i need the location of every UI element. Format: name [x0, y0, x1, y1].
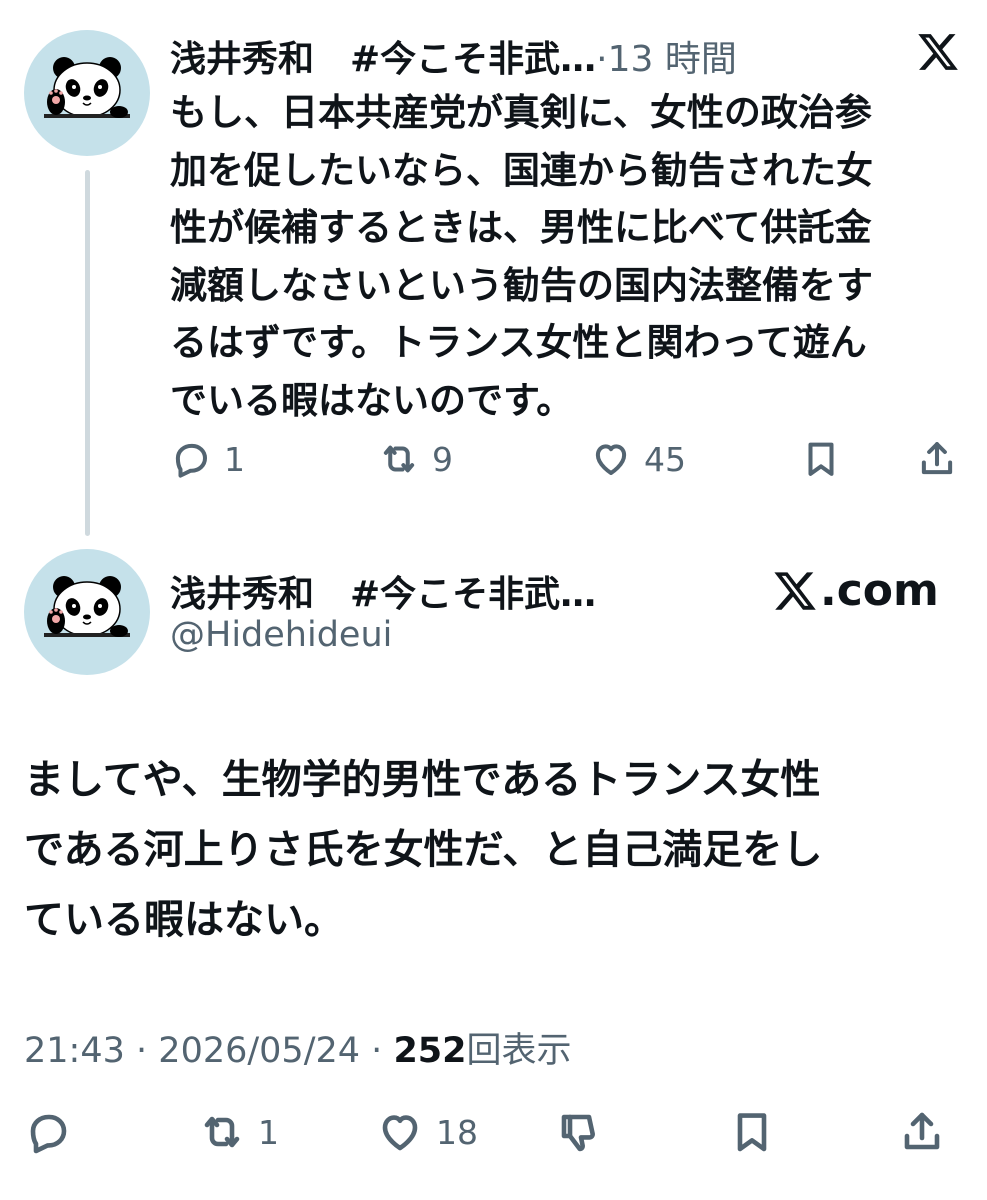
reply-button[interactable]: 1	[170, 438, 245, 480]
tweet-text-line: である河上りさ氏を女性だ、と自己満足をし	[24, 827, 823, 873]
author-name[interactable]: 浅井秀和 #今こそ非武…	[170, 565, 596, 617]
view-count: 252	[393, 1031, 467, 1071]
bookmark-icon	[737, 1113, 767, 1152]
dislike-button[interactable]	[554, 1108, 602, 1156]
bookmark-button[interactable]	[800, 438, 842, 480]
author-name[interactable]: 浅井秀和 #今こそ非武…	[170, 39, 596, 80]
like-button[interactable]: 18	[376, 1108, 478, 1156]
heart-icon	[382, 1115, 418, 1151]
source-label: .com	[820, 565, 939, 616]
tweet-time[interactable]: 21:43	[24, 1031, 125, 1071]
heart-icon	[595, 444, 627, 476]
tweet-text: ましてや、生物学的男性であるトランス女性 である河上りさ氏を女性だ、と自己満足を…	[24, 745, 969, 955]
share-upload-icon	[921, 442, 953, 475]
tweet-text-line: るはずです。トランス女性と関わって遊ん	[170, 321, 867, 364]
tweet-text-line: もし、日本共産党が真剣に、女性の政治参	[170, 91, 872, 134]
like-button[interactable]: 45	[590, 438, 686, 480]
source-x-com: .com	[772, 565, 939, 616]
meta-separator: ·	[136, 1031, 148, 1071]
speech-bubble-icon	[175, 443, 208, 478]
repost-count: 1	[258, 1112, 279, 1152]
header-separator: ·	[596, 39, 608, 80]
share-upload-icon	[904, 1112, 940, 1150]
panda-avatar-icon	[24, 549, 150, 675]
repost-arrows-icon	[383, 445, 415, 473]
bookmark-button[interactable]	[728, 1108, 776, 1156]
author-handle[interactable]: @Hidehideui	[170, 615, 392, 655]
tweet-header: 浅井秀和 #今こそ非武…·13 時間	[170, 30, 737, 82]
like-count: 45	[644, 439, 686, 479]
tweet-text-line: ている暇はない。	[24, 897, 344, 943]
repost-arrows-icon	[204, 1116, 240, 1148]
panda-avatar-icon	[24, 30, 150, 156]
tweet-meta: 21:43 · 2026/05/24 · 252回表示	[24, 1022, 572, 1073]
thread-connector-line	[85, 170, 90, 536]
meta-separator: ·	[371, 1031, 383, 1071]
repost-count: 9	[432, 439, 453, 479]
tweet-text-line: 加を促したいなら、国連から勧告された女	[170, 148, 873, 192]
view-label: 回表示	[466, 1031, 572, 1071]
speech-bubble-icon	[30, 1114, 67, 1154]
tweet-action-bar: 1 9 45	[170, 438, 970, 484]
avatar[interactable]	[24, 30, 150, 156]
tweet-text-line: ましてや、生物学的男性であるトランス女性	[24, 757, 821, 803]
reply-button[interactable]	[24, 1108, 72, 1156]
x-logo-icon	[916, 30, 960, 74]
repost-button[interactable]: 9	[378, 438, 453, 480]
tweet-text-line: 減額しなさいという勧告の国内法整備をす	[170, 263, 873, 307]
tweet-date[interactable]: 2026/05/24	[158, 1031, 360, 1071]
share-button[interactable]	[898, 1108, 946, 1156]
thumbs-down-icon	[561, 1114, 595, 1152]
share-button[interactable]	[916, 438, 958, 480]
reply-count: 1	[224, 439, 245, 479]
bookmark-icon	[808, 442, 834, 476]
tweet-timestamp[interactable]: 13 時間	[608, 39, 737, 80]
repost-button[interactable]: 1	[198, 1108, 279, 1156]
avatar[interactable]	[24, 549, 150, 675]
tweet-text-line: でいる暇はないのです。	[170, 378, 574, 422]
tweet-action-bar: 1 18	[24, 1108, 969, 1158]
tweet-text-line: 性が候補するときは、男性に比べて供託金	[170, 206, 872, 249]
like-count: 18	[436, 1112, 478, 1152]
tweet-text: もし、日本共産党が真剣に、女性の政治参 加を促したいなら、国連から勧告された女 …	[170, 84, 970, 429]
x-logo-icon	[772, 568, 818, 614]
